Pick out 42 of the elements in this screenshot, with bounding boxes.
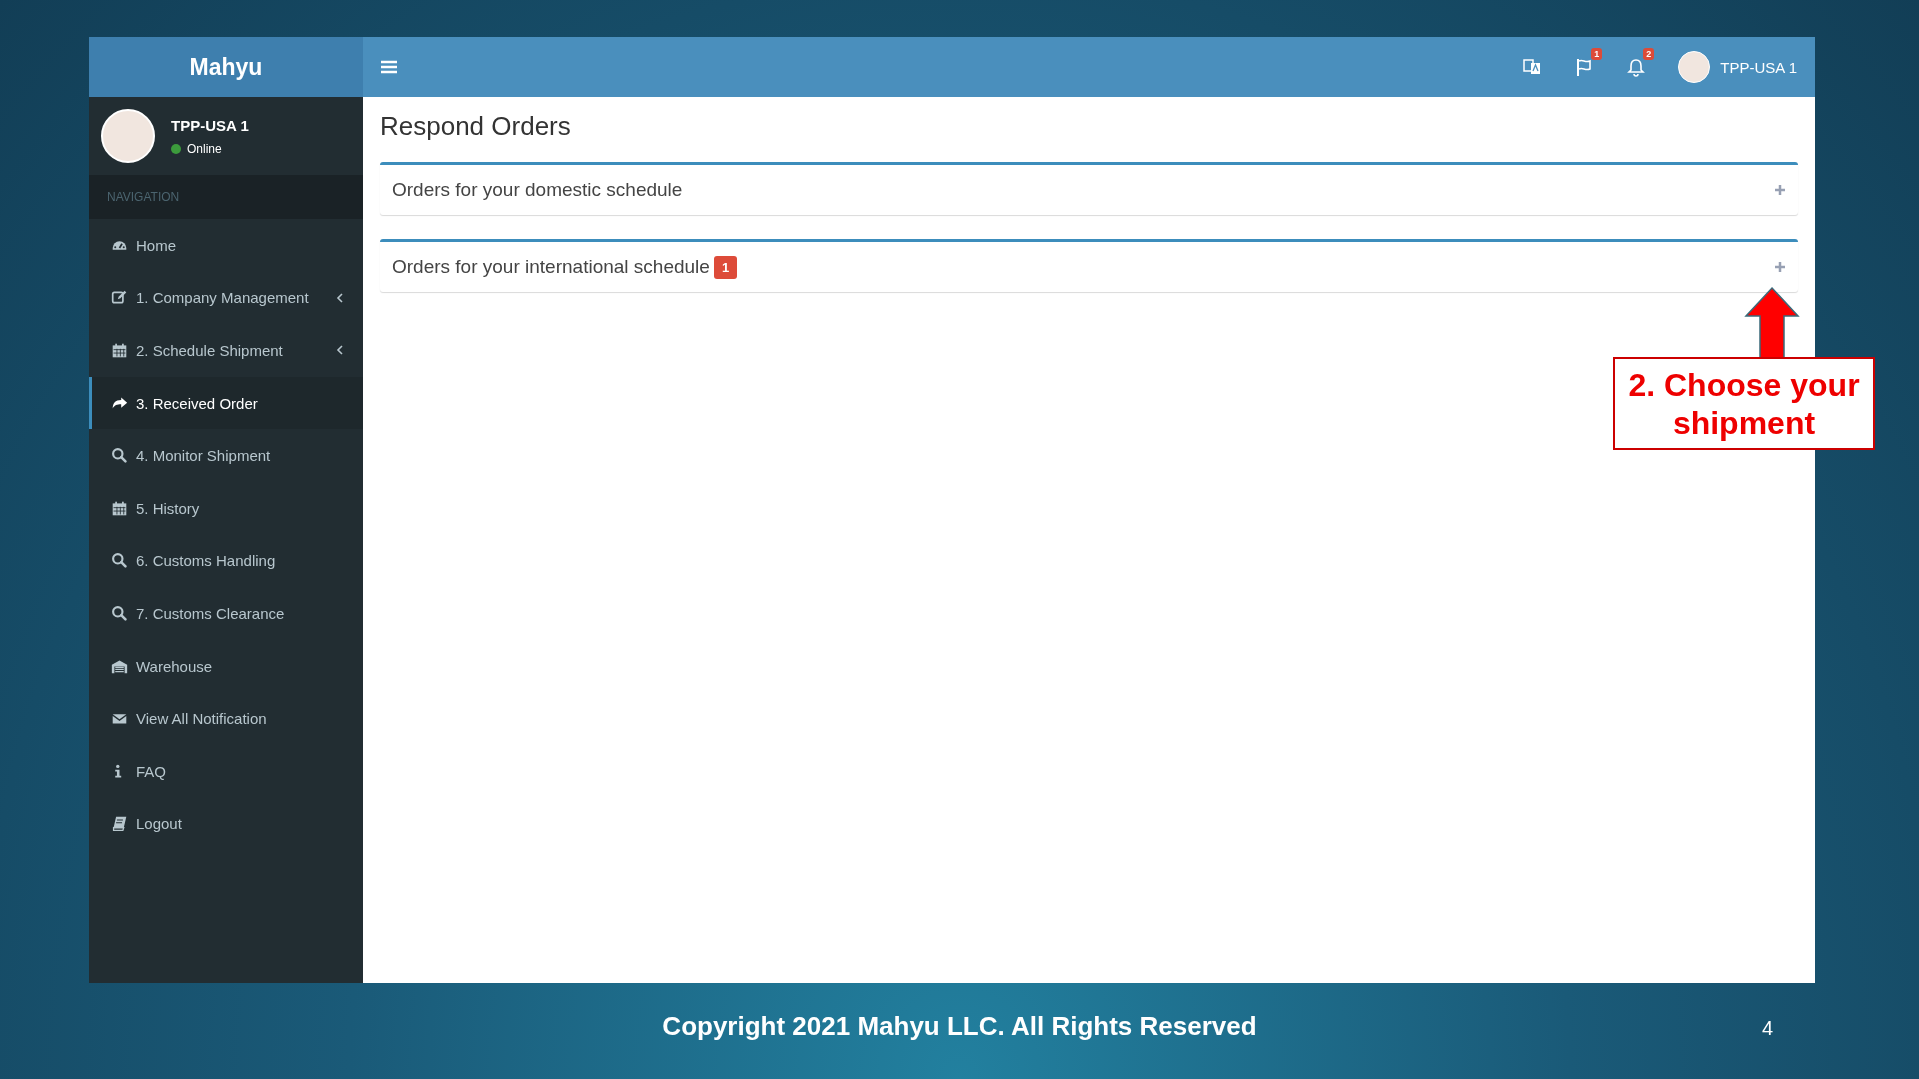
- callout-label: 2. Choose your shipment: [1613, 357, 1875, 450]
- book-icon: [111, 815, 128, 833]
- sidebar-item[interactable]: View All Notification: [89, 692, 363, 745]
- search-icon: [111, 604, 128, 622]
- count-badge: 1: [713, 255, 738, 279]
- user-status: Online: [187, 141, 222, 156]
- notification-badge: 1: [1591, 48, 1603, 60]
- page-title: Respond Orders: [380, 111, 572, 142]
- bell-icon[interactable]: [1626, 57, 1647, 77]
- sidebar-item[interactable]: Warehouse: [89, 639, 363, 693]
- nav-header: NAVIGATION: [89, 175, 363, 219]
- user-avatar[interactable]: [1678, 51, 1711, 83]
- calendar-icon: [111, 499, 128, 517]
- user-menu[interactable]: TPP-USA 1: [1720, 58, 1797, 76]
- collapsible-panel[interactable]: Orders for your domestic schedule: [380, 162, 1798, 215]
- sidebar-item[interactable]: Home: [89, 219, 363, 272]
- user-avatar: [101, 109, 155, 163]
- panel-title: Orders for your domestic schedule: [392, 179, 683, 201]
- sidebar-item[interactable]: 2. Schedule Shipment: [89, 324, 363, 377]
- translate-icon[interactable]: [1522, 57, 1543, 77]
- search-icon: [111, 552, 128, 570]
- collapsible-panel[interactable]: Orders for your international schedule 1: [380, 239, 1798, 292]
- sidebar-item[interactable]: 4. Monitor Shipment: [89, 429, 363, 482]
- copyright-text: Copyright 2021 Mahyu LLC. All Rights Reserved: [662, 1011, 1257, 1042]
- sidebar-item[interactable]: 6. Customs Handling: [89, 534, 363, 588]
- calendar-icon: [111, 342, 128, 359]
- sidebar-item[interactable]: 1. Company Management: [89, 271, 363, 325]
- notification-badge: 2: [1643, 48, 1655, 60]
- sidebar-item[interactable]: FAQ: [89, 744, 363, 798]
- menu-icon[interactable]: [381, 60, 397, 74]
- search-icon: [111, 447, 128, 465]
- plus-icon[interactable]: [1774, 184, 1786, 196]
- sidebar-item[interactable]: 7. Customs Clearance: [89, 587, 363, 640]
- sidebar-item[interactable]: 5. History: [89, 481, 363, 535]
- plus-icon[interactable]: [1774, 261, 1786, 273]
- status-dot: [171, 143, 181, 154]
- brand-logo[interactable]: Mahyu: [89, 37, 363, 97]
- sidebar-item[interactable]: 3. Received Order: [89, 376, 363, 430]
- panel-title: Orders for your international schedule: [392, 256, 710, 278]
- sidebar-item[interactable]: Logout: [89, 797, 363, 851]
- user-name: TPP-USA 1: [171, 116, 249, 134]
- page-number: 4: [1761, 1017, 1773, 1040]
